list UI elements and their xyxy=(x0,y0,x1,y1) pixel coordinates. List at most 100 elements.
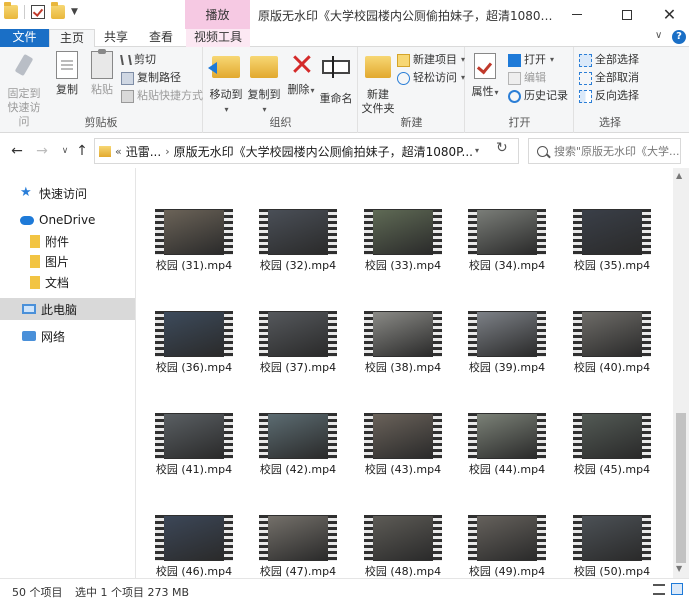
history-label: 历史记录 xyxy=(524,89,568,102)
scroll-up-arrow-icon[interactable]: ▲ xyxy=(676,171,682,180)
file-item[interactable]: 校园 (49).mp4 xyxy=(459,474,549,578)
address-bar[interactable]: « 迅雷... › 原版无水印《大学校园楼内公厕偷拍妹子，超清1080P... xyxy=(94,138,519,164)
breadcrumb-parent[interactable]: 迅雷... xyxy=(126,143,161,160)
open-group-label: 打开 xyxy=(508,116,531,129)
sidebar-item-onedrive[interactable]: OneDrive xyxy=(0,209,135,231)
sidebar-item-documents[interactable]: 文档 xyxy=(0,271,135,293)
copy-path-label: 复制路径 xyxy=(137,71,181,84)
file-item[interactable]: 校园 (48).mp4 xyxy=(355,474,445,578)
new-folder-icon[interactable] xyxy=(51,2,65,19)
video-frame xyxy=(373,210,433,254)
address-history-chevron-down-icon[interactable]: ▾ xyxy=(475,146,479,155)
paste-shortcut-button[interactable]: 粘贴快捷方式 xyxy=(121,87,203,105)
star-icon: ★ xyxy=(20,185,32,200)
recent-locations-chevron-icon[interactable]: ∨ xyxy=(56,142,74,160)
file-item[interactable]: 校园 (47).mp4 xyxy=(250,474,340,578)
forward-arrow-icon[interactable]: → xyxy=(33,142,51,160)
refresh-icon[interactable]: ↻ xyxy=(496,140,508,156)
vertical-scrollbar[interactable]: ▲ ▼ xyxy=(673,168,689,578)
properties-icon[interactable] xyxy=(31,5,45,19)
copy-button[interactable]: 复制 xyxy=(50,51,84,97)
maximize-button[interactable] xyxy=(604,0,650,29)
edit-button[interactable]: 编辑 xyxy=(508,69,546,87)
breadcrumb-current[interactable]: 原版无水印《大学校园楼内公厕偷拍妹子，超清1080P... xyxy=(174,143,473,160)
file-item[interactable]: 校园 (37).mp4 xyxy=(250,270,340,374)
minimize-button[interactable] xyxy=(554,0,600,29)
window-title: 原版无水印《大学校园楼内公厕偷拍妹子，超清1080P全景厕拍... xyxy=(258,9,558,23)
file-item[interactable]: 校园 (44).mp4 xyxy=(459,372,549,476)
tab-home[interactable]: 主页 xyxy=(49,29,95,48)
sidebar-item-attachments[interactable]: 附件 xyxy=(0,230,135,252)
video-thumbnail xyxy=(155,515,233,561)
sidebar-item-network[interactable]: 网络 xyxy=(0,325,135,347)
open-button[interactable]: 打开 ▾ xyxy=(508,51,554,69)
copy-path-button[interactable]: 复制路径 xyxy=(121,69,181,87)
select-none-button[interactable]: 全部取消 xyxy=(579,69,639,87)
tab-share[interactable]: 共享 xyxy=(95,29,137,47)
file-item[interactable]: 校园 (50).mp4 xyxy=(564,474,654,578)
delete-button[interactable]: ✕ 删除▾ xyxy=(287,51,315,98)
file-item[interactable]: 校园 (45).mp4 xyxy=(564,372,654,476)
move-to-button[interactable]: 移动到▾ xyxy=(208,51,244,117)
customize-toolbar-chevron-down-icon[interactable]: ▼ xyxy=(71,7,78,17)
new-group: 新建 文件夹 新建项目 ▾ 轻松访问 ▾ 新建 xyxy=(359,47,465,133)
rename-button[interactable]: 重命名 xyxy=(318,51,354,106)
file-item[interactable]: 校园 (35).mp4 xyxy=(564,168,654,272)
video-thumbnail xyxy=(468,311,546,357)
file-item[interactable]: 校园 (39).mp4 xyxy=(459,270,549,374)
paste-button[interactable]: 粘贴 xyxy=(86,49,118,97)
scrollbar-thumb[interactable] xyxy=(676,413,686,563)
video-thumbnail xyxy=(364,515,442,561)
up-arrow-icon[interactable]: ↑ xyxy=(73,142,91,160)
easy-access-button[interactable]: 轻松访问 ▾ xyxy=(397,69,465,87)
file-item[interactable]: 校园 (38).mp4 xyxy=(355,270,445,374)
pin-icon xyxy=(9,53,39,85)
sidebar-item-quick-access[interactable]: ★ 快速访问 xyxy=(0,182,135,204)
history-button[interactable]: 历史记录 xyxy=(508,87,568,105)
breadcrumb-overflow[interactable]: « xyxy=(115,145,122,158)
properties-button[interactable]: 属性▾ xyxy=(470,51,500,100)
cut-button[interactable]: 剪切 xyxy=(120,51,156,69)
large-icons-view-icon[interactable] xyxy=(671,583,683,595)
sidebar-item-label: 附件 xyxy=(45,234,70,249)
sidebar-item-this-pc[interactable]: 此电脑 xyxy=(0,298,135,320)
tab-video-tools[interactable]: 视频工具 xyxy=(186,29,250,47)
tab-view[interactable]: 查看 xyxy=(140,29,182,47)
new-item-button[interactable]: 新建项目 ▾ xyxy=(397,51,465,69)
video-frame xyxy=(477,516,537,560)
close-button[interactable]: ✕ xyxy=(650,0,689,29)
invert-selection-button[interactable]: 反向选择 xyxy=(579,87,639,105)
scissors-icon xyxy=(120,55,132,65)
sidebar-item-label: OneDrive xyxy=(39,213,96,227)
search-input[interactable]: 搜索"原版无水印《大学... xyxy=(528,138,681,164)
file-item[interactable]: 校园 (43).mp4 xyxy=(355,372,445,476)
file-item[interactable]: 校园 (41).mp4 xyxy=(146,372,236,476)
file-name: 校园 (49).mp4 xyxy=(468,565,546,578)
new-folder-button[interactable]: 新建 文件夹 xyxy=(361,51,395,116)
sidebar-item-pictures[interactable]: 图片 xyxy=(0,250,135,272)
file-item[interactable]: 校园 (40).mp4 xyxy=(564,270,654,374)
video-thumbnail xyxy=(259,413,337,459)
divider xyxy=(24,5,25,19)
file-item[interactable]: 校园 (34).mp4 xyxy=(459,168,549,272)
file-item[interactable]: 校园 (33).mp4 xyxy=(355,168,445,272)
copy-to-button[interactable]: 复制到▾ xyxy=(246,51,282,117)
file-item[interactable]: 校园 (46).mp4 xyxy=(146,474,236,578)
details-view-icon[interactable] xyxy=(653,584,665,595)
chevron-right-icon[interactable]: › xyxy=(165,145,169,158)
file-item[interactable]: 校园 (36).mp4 xyxy=(146,270,236,374)
video-frame xyxy=(268,312,328,356)
organize-group-label: 组织 xyxy=(269,116,292,129)
minimize-icon xyxy=(572,14,582,15)
file-item[interactable]: 校园 (32).mp4 xyxy=(250,168,340,272)
ribbon-collapse-chevron-icon[interactable]: ∨ xyxy=(655,30,662,41)
context-tab-header: 播放 xyxy=(185,0,250,29)
help-icon[interactable]: ? xyxy=(672,30,686,44)
file-item[interactable]: 校园 (42).mp4 xyxy=(250,372,340,476)
tab-file[interactable]: 文件 xyxy=(0,29,49,47)
file-item[interactable]: 校园 (31).mp4 xyxy=(146,168,236,272)
scroll-down-arrow-icon[interactable]: ▼ xyxy=(676,564,682,573)
sidebar-item-label: 快速访问 xyxy=(39,186,88,201)
select-all-button[interactable]: 全部选择 xyxy=(579,51,639,69)
back-arrow-icon[interactable]: ← xyxy=(8,142,26,160)
